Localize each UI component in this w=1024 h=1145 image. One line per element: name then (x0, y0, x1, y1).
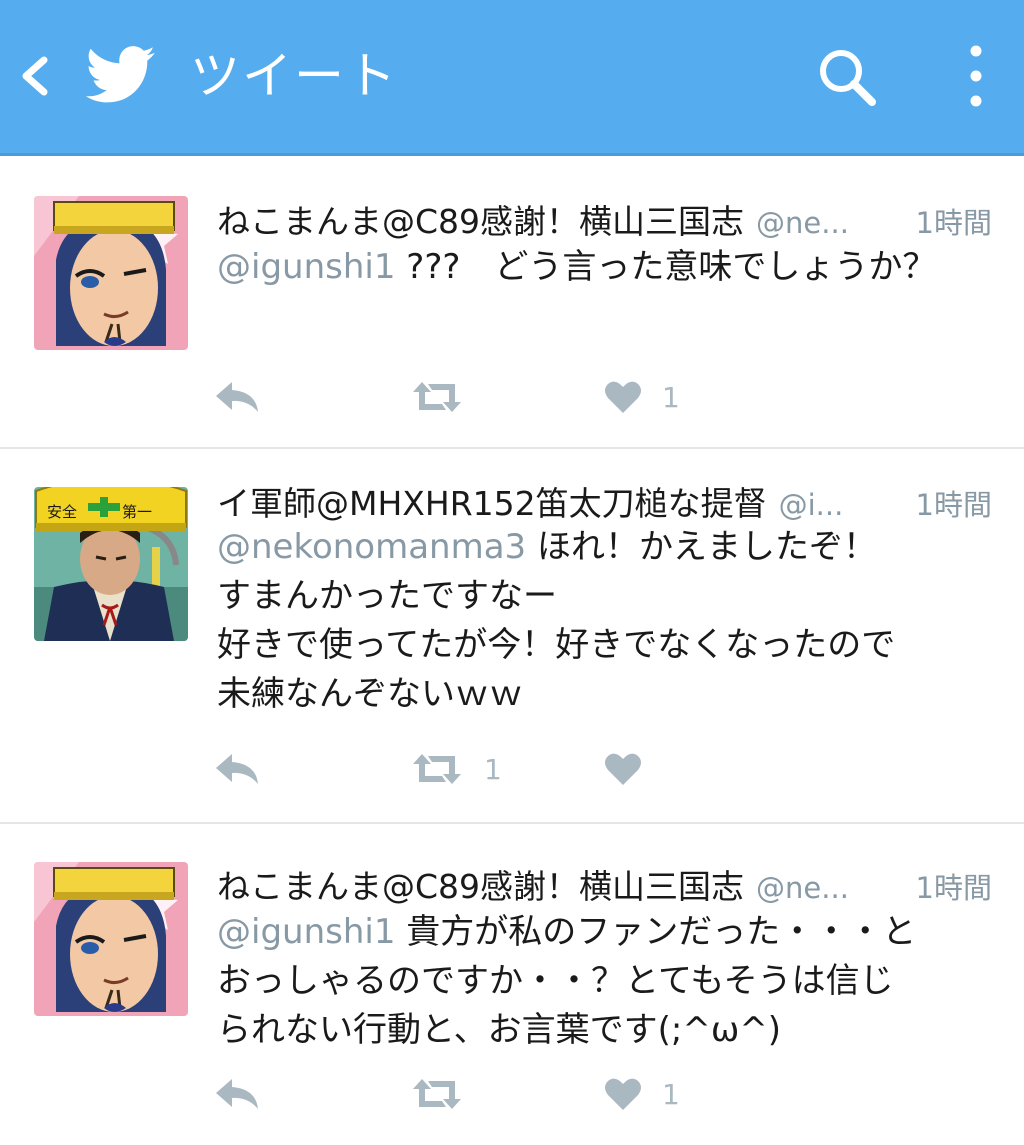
reply-icon (216, 382, 258, 412)
chevron-left-icon (22, 56, 48, 96)
author-handle[interactable]: @i... (779, 488, 844, 522)
mention-link[interactable]: @nekonomanma3 (217, 527, 526, 567)
search-button[interactable] (814, 44, 880, 110)
tweet-line-text: ??? どう言った意味でしょうか？ (406, 247, 937, 287)
tweet-actions: 1 (214, 1070, 714, 1118)
author-handle[interactable]: @ne... (756, 871, 849, 905)
app-bar: ツイート (0, 0, 1024, 156)
mention-link[interactable]: @igunshi1 (217, 247, 395, 287)
author-handle[interactable]: @ne... (756, 206, 849, 240)
tweet-item[interactable]: ねこまんま@C89感謝！横山三国志 @ne... 1時間 @igunshi1 貴… (0, 824, 1024, 1144)
tweet-line: すまんかったですなー (217, 576, 557, 616)
like-count: 1 (662, 380, 680, 414)
timestamp: 1時間 (915, 871, 992, 905)
svg-text:第一: 第一 (122, 503, 152, 521)
avatar-image (34, 196, 188, 350)
twitter-bird-icon (85, 44, 156, 106)
like-count: 1 (662, 1077, 680, 1111)
more-options-button[interactable] (956, 42, 996, 112)
author-name[interactable]: イ軍師@MHXHR152笛太刀槌な提督 (217, 477, 767, 525)
like-button[interactable]: 1 (604, 373, 680, 421)
reply-icon (216, 1079, 258, 1109)
reply-button[interactable] (214, 745, 280, 793)
author-name[interactable]: ねこまんま@C89感謝！横山三国志 (217, 195, 744, 243)
timestamp: 1時間 (915, 206, 992, 240)
like-button[interactable]: 1 (604, 1070, 680, 1118)
tweet-actions: 1 (214, 745, 714, 793)
like-button[interactable] (604, 745, 662, 793)
tweet-line: られない行動と、お言葉です(;^ω^) (217, 1010, 782, 1050)
avatar[interactable] (34, 196, 188, 350)
retweet-icon (413, 382, 461, 412)
retweet-icon (413, 1079, 461, 1109)
retweet-button[interactable]: 1 (410, 745, 502, 793)
avatar-image (34, 862, 188, 1016)
tweet-header: ねこまんま@C89感謝！横山三国志 @ne... 1時間 (217, 195, 992, 241)
tweet-header: イ軍師@MHXHR152笛太刀槌な提督 @i... 1時間 (217, 477, 992, 523)
tweet-line: 未練なんぞないｗｗ (217, 674, 523, 714)
avatar[interactable]: 安全 第一 (34, 487, 188, 641)
retweet-button[interactable] (410, 1070, 484, 1118)
heart-icon (605, 381, 641, 413)
tweet-line: 好きで使ってたが今！好きでなくなったので (217, 625, 896, 665)
reply-button[interactable] (214, 373, 280, 421)
back-button[interactable] (14, 52, 58, 100)
tweet-item[interactable]: 安全 第一 イ軍師@MHXHR152笛太刀槌な提督 @i... 1時間 @nek… (0, 449, 1024, 824)
svg-text:安全: 安全 (47, 503, 77, 521)
tweet-text: @igunshi1 ??? どう言った意味でしょうか？ (217, 243, 992, 292)
avatar-image: 安全 第一 (34, 487, 188, 641)
overflow-menu-icon (970, 45, 982, 107)
mention-link[interactable]: @igunshi1 (217, 912, 395, 952)
heart-icon (605, 1078, 641, 1110)
tweet-text: @nekonomanma3 ほれ！かえましたぞ！ すまんかったですなー 好きで使… (217, 523, 992, 719)
retweet-button[interactable] (410, 373, 484, 421)
tweet-item[interactable]: ねこまんま@C89感謝！横山三国志 @ne... 1時間 @igunshi1 ?… (0, 159, 1024, 449)
tweet-line: @igunshi1 ??? どう言った意味でしょうか？ (217, 243, 992, 292)
author-name[interactable]: ねこまんま@C89感謝！横山三国志 (217, 860, 744, 908)
page-title: ツイート (190, 47, 398, 105)
retweet-count: 1 (484, 752, 502, 786)
tweet-text: @igunshi1 貴方が私のファンだった・・・と おっしゃるのですか・・？とて… (217, 908, 992, 1055)
retweet-icon (413, 754, 461, 784)
tweet-timeline: ねこまんま@C89感謝！横山三国志 @ne... 1時間 @igunshi1 ?… (0, 159, 1024, 1144)
timestamp: 1時間 (915, 488, 992, 522)
tweet-line-text: ほれ！かえましたぞ！ (537, 527, 877, 567)
tweet-actions: 1 (214, 373, 714, 421)
search-icon (820, 50, 876, 106)
tweet-line-text: 貴方が私のファンだった・・・と (406, 912, 917, 952)
reply-icon (216, 754, 258, 784)
tweet-line: @nekonomanma3 ほれ！かえましたぞ！ (217, 523, 992, 572)
tweet-header: ねこまんま@C89感謝！横山三国志 @ne... 1時間 (217, 860, 992, 906)
tweet-line: @igunshi1 貴方が私のファンだった・・・と (217, 908, 992, 957)
heart-icon (605, 753, 641, 785)
avatar[interactable] (34, 862, 188, 1016)
tweet-line: おっしゃるのですか・・？とてもそうは信じ (217, 961, 894, 1001)
reply-button[interactable] (214, 1070, 280, 1118)
